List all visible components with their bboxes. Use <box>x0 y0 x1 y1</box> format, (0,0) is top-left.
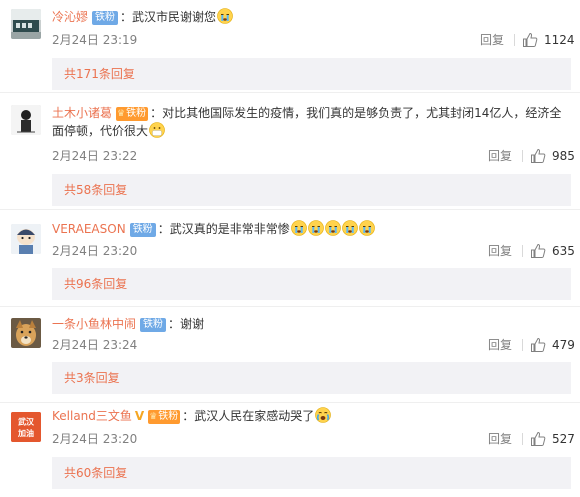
reply-button[interactable]: 回复 <box>488 243 512 259</box>
comment-timestamp: 2月24日 23:24 <box>52 338 138 352</box>
like-thumb-icon[interactable] <box>530 243 546 259</box>
comment-timestamp: 2月24日 23:22 <box>52 149 138 163</box>
reply-button[interactable]: 回复 <box>488 148 512 164</box>
comment-header: 土木小诸葛 ♛铁粉 ：对比其他国际发生的疫情，我们真的是够负责了，尤其封闭14亿人，… <box>52 104 561 122</box>
comment-text: ：谢谢 <box>168 317 205 331</box>
username-link[interactable]: 冷沁嫪 <box>52 10 88 24</box>
comment-text-continued: 面停顿，代价很大 <box>52 122 552 140</box>
avatar[interactable] <box>11 105 41 135</box>
like-thumb-icon[interactable] <box>522 32 538 48</box>
comment-4: 一条小鱼林中闹 铁粉 ：谢谢 2月24日 23:24 回复 479 共3条回复 <box>0 307 580 403</box>
comment-timestamp: 2月24日 23:20 <box>52 432 138 446</box>
comment-header: VERAEASON 铁粉 ：武汉真的是非常非常惨 <box>52 220 375 238</box>
divider <box>522 339 523 351</box>
fan-badge[interactable]: 铁粉 <box>92 11 119 25</box>
sob-emoji-icon <box>315 407 332 423</box>
fan-badge[interactable]: ♛铁粉 <box>148 410 181 424</box>
more-replies-label: 共171条回复 <box>64 67 135 81</box>
like-count: 1124 <box>544 33 575 47</box>
like-thumb-icon[interactable] <box>530 148 546 164</box>
more-replies-button[interactable]: 共3条回复 <box>52 362 571 394</box>
fan-badge-label: 铁粉 <box>158 411 179 422</box>
comment-text: ：武汉真的是非常非常惨 <box>157 222 290 236</box>
more-replies-label: 共96条回复 <box>64 277 128 291</box>
fan-badge[interactable]: 铁粉 <box>140 318 167 332</box>
fan-badge[interactable]: ♛铁粉 <box>116 107 149 121</box>
more-replies-label: 共58条回复 <box>64 183 128 197</box>
crying-emoji-icon <box>290 220 307 236</box>
comment-5: 武汉 加油 Kelland三文鱼 V ♛铁粉 ：武汉人民在家感动哭了 2月24日 23… <box>0 403 580 497</box>
svg-text:加油: 加油 <box>17 428 34 438</box>
comment-timestamp: 2月24日 23:20 <box>52 244 138 258</box>
divider <box>522 433 523 445</box>
comment-1: 冷沁嫪 铁粉 ：武汉市民谢谢您 2月24日 23:19 回复 1124 共171条回… <box>0 0 580 93</box>
comment-header: 一条小鱼林中闹 铁粉 ：谢谢 <box>52 315 204 333</box>
username-link[interactable]: 一条小鱼林中闹 <box>52 317 136 331</box>
like-thumb-icon[interactable] <box>530 337 546 353</box>
crying-emoji-icon <box>217 8 233 24</box>
reply-button[interactable]: 回复 <box>480 32 504 48</box>
more-replies-button[interactable]: 共60条回复 <box>52 457 571 489</box>
comment-3: VERAEASON 铁粉 ：武汉真的是非常非常惨 2月24日 23:20 回复 63… <box>0 210 580 307</box>
crown-icon: ♛ <box>117 109 126 119</box>
svg-text:武汉: 武汉 <box>18 417 35 427</box>
more-replies-button[interactable]: 共58条回复 <box>52 174 571 206</box>
avatar[interactable] <box>11 224 41 254</box>
avatar[interactable] <box>11 318 41 348</box>
divider <box>522 245 523 257</box>
more-replies-label: 共60条回复 <box>64 466 128 480</box>
comment-text-line2: 面停顿，代价很大 <box>52 124 149 138</box>
reply-button[interactable]: 回复 <box>488 431 512 447</box>
username-link[interactable]: Kelland三文鱼 <box>52 409 132 423</box>
crying-emoji-icon <box>324 220 341 236</box>
comment-text: ：武汉市民谢谢您 <box>120 10 217 24</box>
divider <box>522 150 523 162</box>
fan-badge[interactable]: 铁粉 <box>129 223 156 237</box>
reply-button[interactable]: 回复 <box>488 337 512 353</box>
crying-emoji-icon <box>358 220 375 236</box>
like-thumb-icon[interactable] <box>530 431 546 447</box>
more-replies-button[interactable]: 共171条回复 <box>52 58 571 90</box>
avatar[interactable] <box>11 9 41 39</box>
more-replies-button[interactable]: 共96条回复 <box>52 268 571 300</box>
divider <box>514 34 515 46</box>
fan-badge-label: 铁粉 <box>126 108 147 119</box>
avatar[interactable]: 武汉 加油 <box>11 412 41 442</box>
like-count: 479 <box>552 338 575 352</box>
mask-emoji-icon <box>149 122 165 138</box>
comment-text: ：武汉人民在家感动哭了 <box>182 409 315 423</box>
crying-emoji-icon <box>307 220 324 236</box>
comment-timestamp: 2月24日 23:19 <box>52 33 138 47</box>
username-link[interactable]: VERAEASON <box>52 222 126 236</box>
username-link[interactable]: 土木小诸葛 <box>52 106 112 120</box>
comment-header: 冷沁嫪 铁粉 ：武汉市民谢谢您 <box>52 8 233 26</box>
crown-icon: ♛ <box>149 412 158 422</box>
comment-2: 土木小诸葛 ♛铁粉 ：对比其他国际发生的疫情，我们真的是够负责了，尤其封闭14亿人，… <box>0 93 580 210</box>
crying-emoji-icon <box>341 220 358 236</box>
comment-text: ：对比其他国际发生的疫情，我们真的是够负责了，尤其封闭14亿人，经济全 <box>150 106 562 120</box>
verified-v-icon: V <box>134 409 145 423</box>
more-replies-label: 共3条回复 <box>64 371 120 385</box>
like-count: 635 <box>552 244 575 258</box>
like-count: 527 <box>552 432 575 446</box>
like-count: 985 <box>552 149 575 163</box>
comment-header: Kelland三文鱼 V ♛铁粉 ：武汉人民在家感动哭了 <box>52 407 332 425</box>
